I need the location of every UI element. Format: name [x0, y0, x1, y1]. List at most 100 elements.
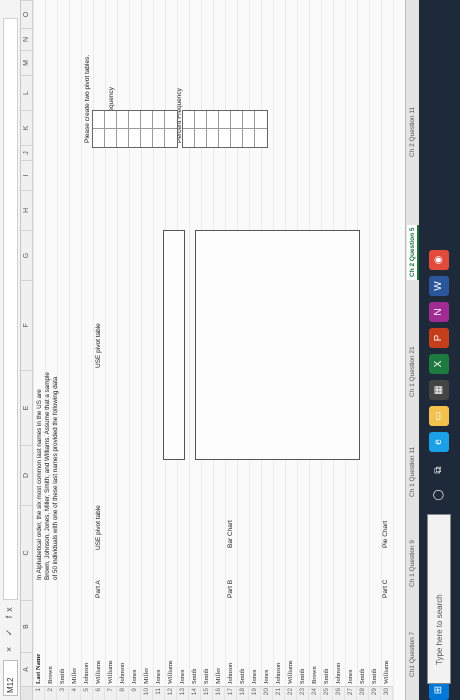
row-number[interactable]: 12 [165, 686, 177, 700]
last-name-cell[interactable]: Miller [213, 668, 225, 686]
row-number[interactable]: 10 [141, 686, 153, 700]
last-name-cell[interactable]: Miller [69, 668, 81, 686]
column-header-h[interactable]: H [21, 190, 33, 230]
last-name-cell[interactable]: Johnson [225, 663, 237, 686]
column-header-n[interactable]: N [21, 28, 33, 50]
formula-input[interactable] [3, 18, 18, 600]
last-name-cell[interactable]: Williams [165, 660, 177, 686]
row-number[interactable]: 23 [297, 686, 309, 700]
row-number[interactable]: 20 [261, 686, 273, 700]
last-name-cell[interactable]: Jones [153, 670, 165, 686]
row-number[interactable]: 9 [129, 686, 141, 700]
last-name-cell[interactable]: Williams [105, 660, 117, 686]
row-number[interactable]: 17 [225, 686, 237, 700]
row-number[interactable]: 18 [237, 686, 249, 700]
row-number[interactable]: 30 [381, 686, 393, 700]
row-number[interactable]: 3 [57, 686, 69, 700]
task-view-icon[interactable]: ⧉ [429, 460, 449, 480]
onenote-icon[interactable]: N [429, 302, 449, 322]
last-name-cell[interactable]: Jones [129, 670, 141, 686]
row-number[interactable]: 25 [321, 686, 333, 700]
name-box[interactable]: M12 [3, 660, 18, 696]
pivot-table-2[interactable] [182, 110, 268, 148]
last-name-cell[interactable]: Jones [345, 670, 357, 686]
select-all-corner[interactable] [21, 686, 33, 700]
column-header-j[interactable]: J [21, 145, 33, 160]
word-icon[interactable]: W [429, 276, 449, 296]
column-header-a[interactable]: A [21, 652, 33, 686]
row-number[interactable]: 28 [357, 686, 369, 700]
excel-icon[interactable]: X [429, 354, 449, 374]
column-header-d[interactable]: D [21, 445, 33, 505]
column-header-f[interactable]: F [21, 280, 33, 370]
sheet-tab[interactable]: Ch 1 Question 21 [407, 343, 419, 400]
last-name-cell[interactable]: Smith [297, 668, 309, 686]
last-name-cell[interactable]: Smith [369, 668, 381, 686]
row-number[interactable]: 19 [249, 686, 261, 700]
last-name-cell[interactable]: Brown [45, 666, 57, 686]
row-number[interactable]: 1 [33, 686, 45, 700]
powerpoint-icon[interactable]: P [429, 328, 449, 348]
row-number[interactable]: 11 [153, 686, 165, 700]
last-name-cell[interactable]: Williams [381, 660, 393, 686]
column-header-k[interactable]: K [21, 110, 33, 145]
row-number[interactable]: 7 [105, 686, 117, 700]
row-number[interactable]: 15 [201, 686, 213, 700]
edge-browser-icon[interactable]: e [429, 432, 449, 452]
column-header-b[interactable]: B [21, 600, 33, 652]
sheet-tab[interactable]: Ch1 Question 7 [407, 629, 419, 680]
last-name-cell[interactable]: Johnson [333, 663, 345, 686]
last-name-cell[interactable]: Smith [201, 668, 213, 686]
row-number[interactable]: 5 [81, 686, 93, 700]
last-name-cell[interactable]: Smith [357, 668, 369, 686]
pivot-table-1[interactable] [92, 110, 178, 148]
column-header-i[interactable]: I [21, 160, 33, 190]
sheet-tab[interactable]: Ch 2 Question 5 [407, 224, 419, 280]
last-name-cell[interactable]: Jones [177, 670, 189, 686]
last-name-cell[interactable]: Smith [237, 668, 249, 686]
column-header-c[interactable]: C [21, 505, 33, 600]
last-name-cell[interactable]: Johnson [117, 663, 129, 686]
sheet-tab[interactable]: Ch 1 Question 11 [407, 444, 419, 500]
row-number[interactable]: 26 [333, 686, 345, 700]
row-number[interactable]: 13 [177, 686, 189, 700]
row-number[interactable]: 27 [345, 686, 357, 700]
last-name-cell[interactable]: Smith [321, 668, 333, 686]
last-name-cell[interactable]: Williams [93, 660, 105, 686]
sheet-tab[interactable]: Ch 2 Question 11 [407, 104, 419, 160]
last-name-cell[interactable]: Smith [57, 668, 69, 686]
row-number[interactable]: 29 [369, 686, 381, 700]
column-header-m[interactable]: M [21, 50, 33, 75]
part-a-answer-box[interactable] [163, 230, 185, 460]
column-header-e[interactable]: E [21, 370, 33, 445]
row-number[interactable]: 16 [213, 686, 225, 700]
chrome-icon[interactable]: ◉ [429, 250, 449, 270]
row-number[interactable]: 24 [309, 686, 321, 700]
last-name-cell[interactable]: Jones [261, 670, 273, 686]
last-name-cell[interactable]: Williams [285, 660, 297, 686]
row-number[interactable]: 4 [69, 686, 81, 700]
row-number[interactable]: 22 [285, 686, 297, 700]
cortana-icon[interactable]: ◯ [429, 485, 449, 505]
last-name-cell[interactable]: Jones [249, 670, 261, 686]
last-name-cell[interactable]: Johnson [273, 663, 285, 686]
chart-answer-box[interactable] [195, 230, 360, 460]
last-name-header[interactable]: Last Name [33, 654, 45, 686]
column-header-l[interactable]: L [21, 75, 33, 110]
last-name-cell[interactable]: Johnson [81, 663, 93, 686]
last-name-cell[interactable]: Miller [141, 668, 153, 686]
column-header-g[interactable]: G [21, 230, 33, 280]
row-number[interactable]: 14 [189, 686, 201, 700]
sheet-tab[interactable]: Ch 1 Question 9 [407, 537, 419, 590]
row-number[interactable]: 2 [45, 686, 57, 700]
formula-buttons[interactable]: × ✓ fx [4, 603, 15, 652]
store-icon[interactable]: ▦ [429, 380, 449, 400]
row-number[interactable]: 8 [117, 686, 129, 700]
last-name-cell[interactable]: Brown [309, 666, 321, 686]
row-number[interactable]: 21 [273, 686, 285, 700]
taskbar-search-input[interactable]: Type here to search [427, 514, 451, 684]
row-number[interactable]: 6 [93, 686, 105, 700]
file-explorer-icon[interactable]: ▭ [429, 406, 449, 426]
column-header-o[interactable]: O [21, 0, 33, 28]
last-name-cell[interactable]: Smith [189, 668, 201, 686]
